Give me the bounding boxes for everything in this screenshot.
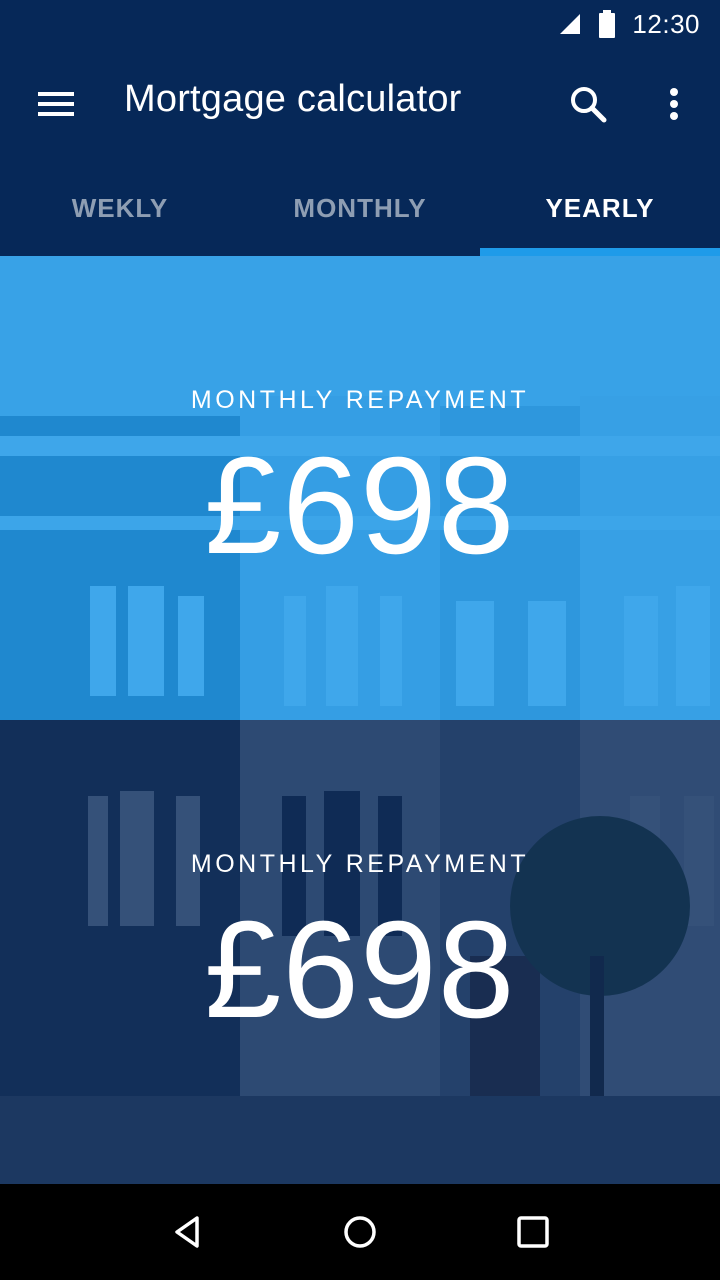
system-nav-bar — [0, 1184, 720, 1280]
battery-icon — [599, 10, 616, 38]
content-area: MONTHLY REPAYMENT £698 MONTHLY REPAYMENT… — [0, 256, 720, 1184]
repayment-label: MONTHLY REPAYMENT — [190, 850, 530, 878]
page-title: Mortgage calculator — [124, 78, 462, 120]
tab-monthly[interactable]: MONTHLY — [240, 160, 480, 256]
repayment-amount: £698 — [204, 429, 516, 583]
repayment-panel-secondary: MONTHLY REPAYMENT £698 — [0, 720, 720, 1184]
repayment-panel-primary: MONTHLY REPAYMENT £698 — [0, 256, 720, 720]
recents-icon[interactable] — [509, 1208, 557, 1256]
home-icon[interactable] — [336, 1208, 384, 1256]
menu-icon[interactable] — [30, 84, 82, 124]
back-icon[interactable] — [163, 1208, 211, 1256]
status-bar: 12:30 — [0, 0, 720, 48]
more-vert-icon[interactable] — [656, 82, 692, 126]
tab-bar: WEKLY MONTHLY YEARLY — [0, 160, 720, 256]
tab-yearly[interactable]: YEARLY — [480, 160, 720, 256]
signal-icon — [560, 14, 581, 34]
search-icon[interactable] — [566, 82, 610, 126]
tab-weekly[interactable]: WEKLY — [0, 160, 240, 256]
repayment-amount: £698 — [204, 893, 516, 1047]
status-time: 12:30 — [632, 8, 700, 39]
app-bar: Mortgage calculator — [0, 48, 720, 160]
repayment-label: MONTHLY REPAYMENT — [190, 386, 530, 414]
